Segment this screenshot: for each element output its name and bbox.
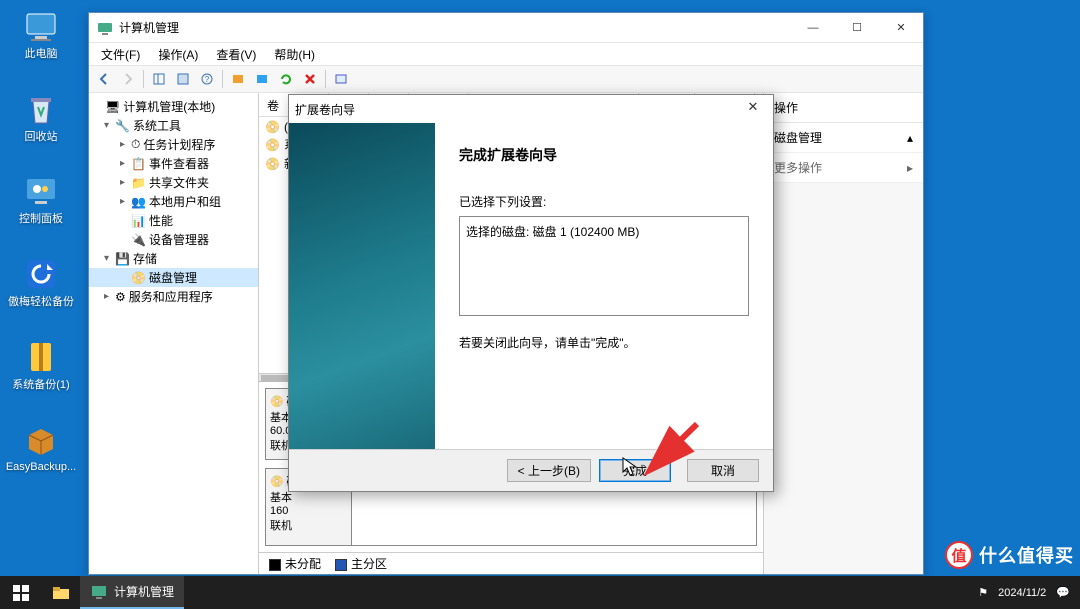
tree-item[interactable]: ▸👥 本地用户和组 bbox=[89, 192, 258, 211]
delete-button[interactable] bbox=[299, 68, 321, 90]
tray-notification-icon[interactable]: 💬 bbox=[1056, 586, 1070, 599]
tree-item[interactable]: 📊 性能 bbox=[89, 211, 258, 230]
minimize-button[interactable]: — bbox=[791, 13, 835, 42]
wizard-button-row: < 上一步(B) 完成 取消 bbox=[289, 449, 773, 491]
wizard-settings-label: 已选择下列设置: bbox=[459, 193, 749, 210]
toolbar-icon[interactable] bbox=[172, 68, 194, 90]
wizard-heading: 完成扩展卷向导 bbox=[459, 145, 749, 165]
extend-volume-wizard-dialog: 扩展卷向导 ✕ 完成扩展卷向导 已选择下列设置: 选择的磁盘: 磁盘 1 (10… bbox=[288, 94, 774, 492]
svg-text:?: ? bbox=[205, 75, 210, 84]
wizard-titlebar[interactable]: 扩展卷向导 ✕ bbox=[289, 95, 773, 123]
legend-swatch-unallocated bbox=[269, 559, 281, 571]
desktop-icon-this-pc[interactable]: 此电脑 bbox=[21, 6, 61, 61]
tree-item[interactable]: 🔌 设备管理器 bbox=[89, 230, 258, 249]
menu-bar: 文件(F) 操作(A) 查看(V) 帮助(H) bbox=[89, 43, 923, 65]
legend-swatch-primary bbox=[335, 559, 347, 571]
tree-storage[interactable]: ▾💾 存储 bbox=[89, 249, 258, 268]
watermark: 值 什么值得买 bbox=[945, 541, 1074, 569]
forward-button[interactable] bbox=[117, 68, 139, 90]
zip-icon bbox=[21, 337, 61, 377]
tray-flag-icon[interactable]: ⚑ bbox=[978, 586, 988, 599]
menu-action[interactable]: 操作(A) bbox=[150, 44, 206, 65]
menu-help[interactable]: 帮助(H) bbox=[266, 44, 323, 65]
wizard-title: 扩展卷向导 bbox=[295, 101, 355, 118]
wizard-back-button[interactable]: < 上一步(B) bbox=[507, 459, 591, 482]
back-button[interactable] bbox=[93, 68, 115, 90]
toolbar-icon[interactable] bbox=[148, 68, 170, 90]
tree-item[interactable]: ▸📋 事件查看器 bbox=[89, 154, 258, 173]
wizard-settings-line: 选择的磁盘: 磁盘 1 (102400 MB) bbox=[466, 223, 742, 240]
tree-item[interactable]: ▸⏱ 任务计划程序 bbox=[89, 135, 258, 154]
desktop-icon-label: 此电脑 bbox=[25, 48, 58, 61]
actions-item-more[interactable]: 更多操作▸ bbox=[764, 153, 923, 183]
window-titlebar[interactable]: 计算机管理 — ☐ ✕ bbox=[89, 13, 923, 43]
maximize-button[interactable]: ☐ bbox=[835, 13, 879, 42]
tree-services[interactable]: ▸⚙ 服务和应用程序 bbox=[89, 287, 258, 306]
refresh-button[interactable] bbox=[275, 68, 297, 90]
toolbar-icon[interactable] bbox=[251, 68, 273, 90]
actions-item-disk-management[interactable]: 磁盘管理▴ bbox=[764, 123, 923, 153]
taskbar-tray[interactable]: ⚑ 2024/11/2 💬 bbox=[968, 586, 1080, 599]
actions-pane: 操作 磁盘管理▴ 更多操作▸ bbox=[763, 93, 923, 574]
actions-header: 操作 bbox=[764, 93, 923, 123]
bin-icon bbox=[21, 89, 61, 129]
desktop-icons: 此电脑 回收站 控制面板 傲梅轻松备份 系统备份(1) EasyBackup..… bbox=[4, 6, 78, 474]
taskbar-date: 2024/11/2 bbox=[998, 587, 1046, 599]
chevron-up-icon: ▴ bbox=[907, 131, 913, 145]
menu-view[interactable]: 查看(V) bbox=[208, 44, 264, 65]
window-title: 计算机管理 bbox=[119, 19, 791, 36]
desktop-icon-aomei-backup[interactable]: 傲梅轻松备份 bbox=[8, 254, 74, 309]
desktop-icon-label: 傲梅轻松备份 bbox=[8, 296, 74, 309]
watermark-badge: 值 bbox=[945, 541, 973, 569]
wizard-sidebar-graphic bbox=[289, 123, 435, 449]
box-icon bbox=[21, 419, 61, 459]
window-controls: — ☐ ✕ bbox=[791, 13, 923, 42]
toolbar-icon[interactable] bbox=[227, 68, 249, 90]
wizard-content: 完成扩展卷向导 已选择下列设置: 选择的磁盘: 磁盘 1 (102400 MB)… bbox=[435, 123, 773, 449]
app-icon bbox=[97, 20, 113, 36]
tree-systools[interactable]: ▾🔧 系统工具 bbox=[89, 116, 258, 135]
tree-item[interactable]: ▸📁 共享文件夹 bbox=[89, 173, 258, 192]
desktop-icon-recycle-bin[interactable]: 回收站 bbox=[21, 89, 61, 144]
aomei-icon bbox=[21, 254, 61, 294]
desktop-icon-easybackup[interactable]: EasyBackup... bbox=[6, 419, 76, 474]
wizard-finish-button[interactable]: 完成 bbox=[599, 459, 671, 482]
pc-icon bbox=[21, 6, 61, 46]
desktop-icon-label: 回收站 bbox=[25, 131, 58, 144]
toolbar-icon[interactable]: ? bbox=[196, 68, 218, 90]
taskbar[interactable]: 计算机管理 ⚑ 2024/11/2 💬 bbox=[0, 576, 1080, 609]
chevron-right-icon: ▸ bbox=[907, 161, 913, 175]
toolbar: ? bbox=[89, 65, 923, 93]
taskbar-file-explorer[interactable] bbox=[42, 576, 80, 609]
wizard-close-hint: 若要关闭此向导，请单击"完成"。 bbox=[459, 334, 749, 351]
start-button[interactable] bbox=[0, 576, 42, 609]
tree-root[interactable]: 🖥 计算机管理(本地) bbox=[89, 97, 258, 116]
desktop-icon-label: EasyBackup... bbox=[6, 461, 76, 474]
toolbar-icon[interactable] bbox=[330, 68, 352, 90]
close-button[interactable]: ✕ bbox=[879, 13, 923, 42]
wizard-cancel-button[interactable]: 取消 bbox=[687, 459, 759, 482]
navigation-tree[interactable]: 🖥 计算机管理(本地) ▾🔧 系统工具 ▸⏱ 任务计划程序 ▸📋 事件查看器 ▸… bbox=[89, 93, 259, 574]
cp-icon bbox=[21, 171, 61, 211]
taskbar-computer-management[interactable]: 计算机管理 bbox=[80, 576, 184, 609]
desktop-icon-control-panel[interactable]: 控制面板 bbox=[19, 171, 63, 226]
wizard-settings-box[interactable]: 选择的磁盘: 磁盘 1 (102400 MB) bbox=[459, 216, 749, 316]
wizard-close-button[interactable]: ✕ bbox=[739, 99, 767, 119]
watermark-text: 什么值得买 bbox=[979, 542, 1074, 568]
legend: 未分配 主分区 bbox=[259, 552, 763, 574]
menu-file[interactable]: 文件(F) bbox=[93, 44, 148, 65]
desktop-icon-system-backup[interactable]: 系统备份(1) bbox=[12, 337, 69, 392]
desktop-icon-label: 控制面板 bbox=[19, 213, 63, 226]
desktop-icon-label: 系统备份(1) bbox=[12, 379, 69, 392]
tree-disk-management[interactable]: 📀 磁盘管理 bbox=[89, 268, 258, 287]
